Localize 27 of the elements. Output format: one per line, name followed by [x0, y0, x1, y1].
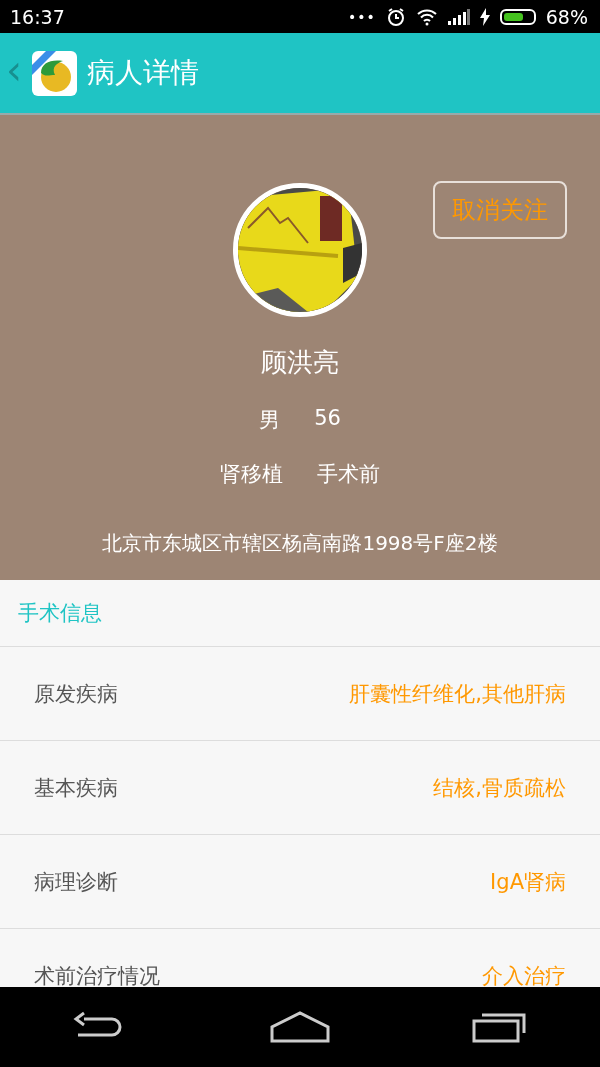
home-icon[interactable] [270, 1009, 330, 1045]
unfollow-button[interactable]: 取消关注 [433, 181, 567, 239]
transplant-type: 肾移植 [220, 461, 283, 488]
patient-age: 56 [314, 406, 341, 432]
battery-icon [499, 8, 536, 25]
signal-icon [447, 8, 470, 25]
charging-icon [479, 7, 490, 26]
patient-name: 顾洪亮 [261, 346, 339, 379]
row-value: 结核,骨质疏松 [433, 774, 566, 802]
notification-dots: ••• [348, 8, 376, 25]
app-logo-icon [32, 50, 77, 96]
wifi-icon [415, 7, 438, 26]
row-value: IgA肾病 [490, 868, 566, 896]
surgery-stage: 手术前 [317, 461, 380, 488]
patient-address: 北京市东城区市辖区杨高南路1998号F座2楼 [102, 530, 498, 557]
back-button[interactable]: ‹ [6, 50, 22, 90]
battery-percent: 68% [545, 5, 588, 28]
row-label: 原发疾病 [34, 680, 118, 708]
row-value: 肝囊性纤维化,其他肝病 [349, 680, 566, 708]
row-label: 病理诊断 [34, 868, 118, 896]
row-label: 基本疾病 [34, 774, 118, 802]
page-title: 病人详情 [87, 55, 199, 91]
row-value: 介入治疗 [482, 962, 566, 987]
alarm-icon [385, 6, 406, 27]
row-label: 术前治疗情况 [34, 962, 160, 987]
patient-gender: 男 [259, 407, 281, 434]
status-time: 16:37 [10, 5, 66, 28]
